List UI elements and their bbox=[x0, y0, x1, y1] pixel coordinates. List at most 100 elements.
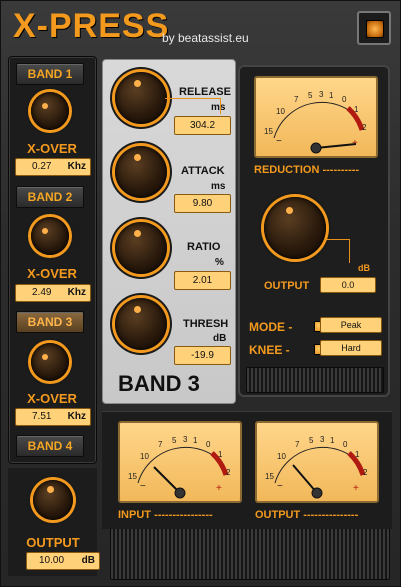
input-meter: 15 10 7 5 3 1 0 1 2 − + bbox=[118, 421, 242, 503]
knee-select[interactable]: Hard bbox=[320, 340, 382, 356]
out-scale-5: 5 bbox=[309, 436, 314, 445]
band-1-button[interactable]: BAND 1 bbox=[16, 63, 84, 85]
xover-2-knob[interactable] bbox=[31, 217, 69, 255]
out-scale-0: 0 bbox=[343, 440, 348, 449]
xover-3-knob[interactable] bbox=[31, 343, 69, 381]
plugin-window: X-PRESS by beatassist.eu BAND 1 X-OVER 0… bbox=[0, 0, 401, 587]
out-scale-1b: 1 bbox=[355, 450, 360, 459]
band-output-field[interactable]: 0.0 bbox=[320, 277, 376, 293]
in-scale-0: 0 bbox=[206, 440, 211, 449]
scale-0: 0 bbox=[342, 95, 347, 104]
out-scale-15: 15 bbox=[265, 472, 274, 481]
xover-1-unit: Khz bbox=[67, 161, 86, 172]
in-scale-15: 15 bbox=[128, 472, 137, 481]
out-scale-2: 2 bbox=[363, 468, 368, 477]
in-scale-10: 10 bbox=[140, 452, 149, 461]
attack-unit: ms bbox=[211, 181, 226, 192]
band-4-button[interactable]: BAND 4 bbox=[16, 435, 84, 457]
in-scale-2: 2 bbox=[226, 468, 231, 477]
knee-label: KNEE - bbox=[249, 343, 290, 357]
scale-5: 5 bbox=[308, 91, 313, 100]
xover-2-label: X-OVER bbox=[27, 266, 77, 281]
reduction-meter: 15 10 7 5 3 1 0 1 2 − + bbox=[254, 76, 378, 158]
thresh-field[interactable]: -19.9 bbox=[174, 346, 231, 365]
band-panel: BAND 1 X-OVER 0.27 Khz BAND 2 X-OVER 2.4… bbox=[8, 56, 97, 464]
ratio-label: RATIO bbox=[187, 241, 221, 253]
input-dashes: ---------------- bbox=[154, 509, 213, 521]
in-scale-5: 5 bbox=[172, 436, 177, 445]
master-output-panel: OUTPUT 10.00 dB bbox=[8, 468, 100, 576]
in-minus: − bbox=[140, 481, 146, 492]
release-connector bbox=[165, 98, 221, 114]
input-label-text: INPUT bbox=[118, 509, 151, 521]
attack-label: ATTACK bbox=[181, 165, 225, 177]
scale-1: 1 bbox=[329, 91, 334, 100]
scale-2: 2 bbox=[362, 123, 367, 132]
compressor-panel: 15 10 7 5 3 1 0 1 2 − + REDUCTION ------… bbox=[238, 65, 390, 397]
band-output-label: OUTPUT bbox=[264, 280, 310, 292]
in-scale-1: 1 bbox=[193, 436, 198, 445]
selected-band-title: BAND 3 bbox=[118, 371, 200, 396]
xover-1-value: 0.27 bbox=[32, 161, 52, 172]
out-scale-7: 7 bbox=[295, 440, 300, 449]
attack-field[interactable]: 9.80 bbox=[174, 194, 231, 213]
band-2-button[interactable]: BAND 2 bbox=[16, 186, 84, 208]
xover-3-value: 7.51 bbox=[32, 411, 52, 422]
right-grille bbox=[246, 367, 384, 393]
band-3-button[interactable]: BAND 3 bbox=[16, 311, 84, 333]
master-output-knob[interactable] bbox=[33, 480, 73, 520]
byline: by beatassist.eu bbox=[162, 31, 249, 45]
meters-panel: 15 10 7 5 3 1 0 1 2 − + INPUT ----------… bbox=[102, 411, 392, 529]
reduction-dashes: ---------- bbox=[322, 164, 360, 176]
meter-minus: − bbox=[276, 136, 282, 147]
xover-1-label: X-OVER bbox=[27, 141, 77, 156]
scale-7: 7 bbox=[294, 95, 299, 104]
release-knob[interactable] bbox=[115, 72, 167, 124]
output-label-text: OUTPUT bbox=[255, 509, 301, 521]
out-scale-1: 1 bbox=[330, 436, 335, 445]
mode-select[interactable]: Peak bbox=[320, 317, 382, 333]
thresh-label: THRESH bbox=[183, 318, 229, 330]
output-dashes: --------------- bbox=[303, 509, 359, 521]
ratio-field[interactable]: 2.01 bbox=[174, 271, 231, 290]
in-scale-1b: 1 bbox=[218, 450, 223, 459]
power-button[interactable] bbox=[357, 11, 391, 45]
xover-1-field[interactable]: 0.27 Khz bbox=[15, 158, 91, 176]
band-output-knob[interactable] bbox=[264, 197, 326, 259]
ratio-knob[interactable] bbox=[115, 222, 167, 274]
scale-1b: 1 bbox=[354, 105, 359, 114]
app-title: X-PRESS bbox=[13, 7, 170, 45]
attack-knob[interactable] bbox=[115, 146, 167, 198]
input-meter-label: INPUT ---------------- bbox=[118, 509, 248, 521]
out-plus: + bbox=[353, 483, 359, 494]
master-output-value: 10.00 bbox=[39, 555, 65, 566]
in-scale-7: 7 bbox=[158, 440, 163, 449]
release-label: RELEASE bbox=[179, 86, 231, 98]
scale-3: 3 bbox=[319, 90, 324, 99]
reduction-label: REDUCTION ---------- bbox=[254, 164, 384, 176]
in-scale-3: 3 bbox=[183, 435, 188, 444]
thresh-knob[interactable] bbox=[115, 298, 167, 350]
xover-3-label: X-OVER bbox=[27, 391, 77, 406]
thresh-unit: dB bbox=[213, 333, 227, 344]
xover-3-field[interactable]: 7.51 Khz bbox=[15, 408, 91, 426]
out-minus: − bbox=[277, 481, 283, 492]
input-meter-face: 15 10 7 5 3 1 0 1 2 − + bbox=[128, 435, 231, 499]
output-meter: 15 10 7 5 3 1 0 1 2 − + bbox=[255, 421, 379, 503]
band-output-connector bbox=[324, 239, 350, 263]
output-meter-label: OUTPUT --------------- bbox=[255, 509, 385, 521]
master-output-field[interactable]: 10.00 dB bbox=[26, 552, 100, 570]
release-field[interactable]: 304.2 bbox=[174, 116, 231, 135]
out-scale-10: 10 bbox=[277, 452, 286, 461]
xover-1-knob[interactable] bbox=[31, 92, 69, 130]
reduction-meter-face: 15 10 7 5 3 1 0 1 2 − + bbox=[264, 90, 367, 154]
master-output-label: OUTPUT bbox=[26, 535, 80, 550]
xover-2-field[interactable]: 2.49 Khz bbox=[15, 284, 91, 302]
bottom-grille bbox=[110, 528, 390, 580]
ratio-unit: % bbox=[215, 257, 224, 268]
output-meter-face: 15 10 7 5 3 1 0 1 2 − + bbox=[265, 435, 368, 499]
xover-3-unit: Khz bbox=[67, 411, 86, 422]
band-params-panel: RELEASE ms 304.2 ATTACK ms 9.80 RATIO % … bbox=[102, 59, 236, 404]
xover-2-value: 2.49 bbox=[32, 287, 52, 298]
in-plus: + bbox=[216, 483, 222, 494]
